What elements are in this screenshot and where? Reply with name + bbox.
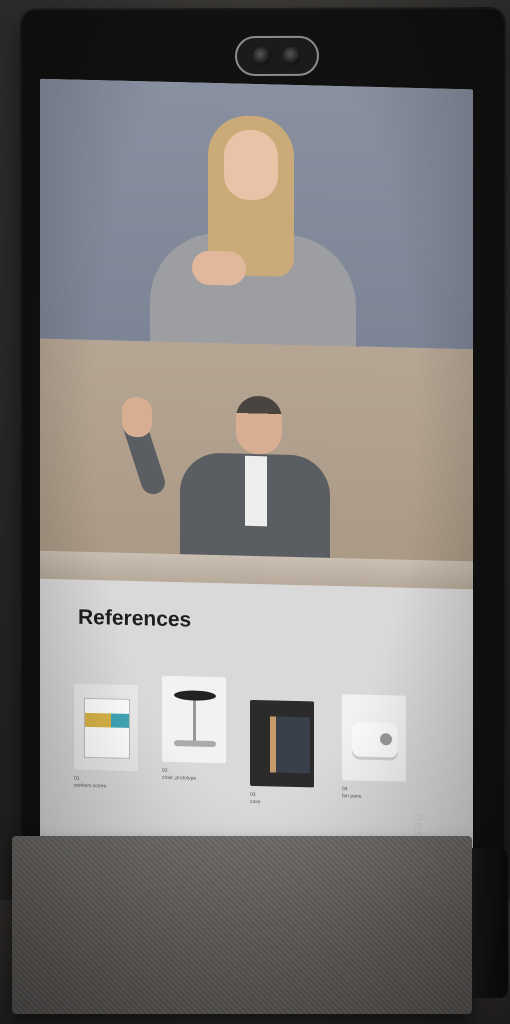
reference-caption: workers scene [74, 782, 107, 790]
reference-caption: fan pane [342, 793, 362, 800]
video-tile-participant-1[interactable] [40, 78, 473, 357]
participant-1-hand [192, 250, 246, 286]
references-title: References [78, 605, 192, 632]
reference-thumbnail-shelf [74, 683, 138, 772]
reference-thumbnail-device [342, 694, 406, 782]
reference-thumbnail-case [250, 699, 314, 788]
references-panel: References 01 workers scene 02 chair, pr… [40, 578, 473, 870]
stool-icon [174, 690, 216, 702]
reference-card[interactable]: 04 fan pane [342, 694, 412, 802]
camera-icon [235, 35, 319, 77]
reference-card[interactable]: 02 chair, prototype [162, 675, 232, 784]
reference-thumbnail-chair [162, 675, 226, 764]
device-bezel: References 01 workers scene 02 chair, pr… [20, 7, 506, 887]
participant-2-hand [122, 396, 152, 438]
participant-2-head [236, 395, 282, 455]
base-side [472, 848, 508, 998]
reference-caption: case [250, 798, 261, 806]
camera-lens-left [253, 46, 271, 66]
reference-caption: chair, prototype [162, 774, 197, 782]
reference-card[interactable]: 03 case [250, 699, 320, 808]
display-screen: References 01 workers scene 02 chair, pr… [40, 78, 473, 870]
video-tile-participant-2[interactable] [40, 338, 473, 590]
projector-icon [352, 722, 398, 758]
reference-card[interactable]: 01 workers scene [74, 683, 144, 792]
shelf-icon [84, 697, 130, 759]
participant-1-face [224, 129, 278, 201]
case-icon [270, 716, 310, 774]
speaker-base [12, 836, 472, 1014]
video-conferencing-device: References 01 workers scene 02 chair, pr… [12, 7, 508, 1018]
participant-2-shirt [245, 455, 267, 527]
camera-lens-right [283, 46, 301, 65]
